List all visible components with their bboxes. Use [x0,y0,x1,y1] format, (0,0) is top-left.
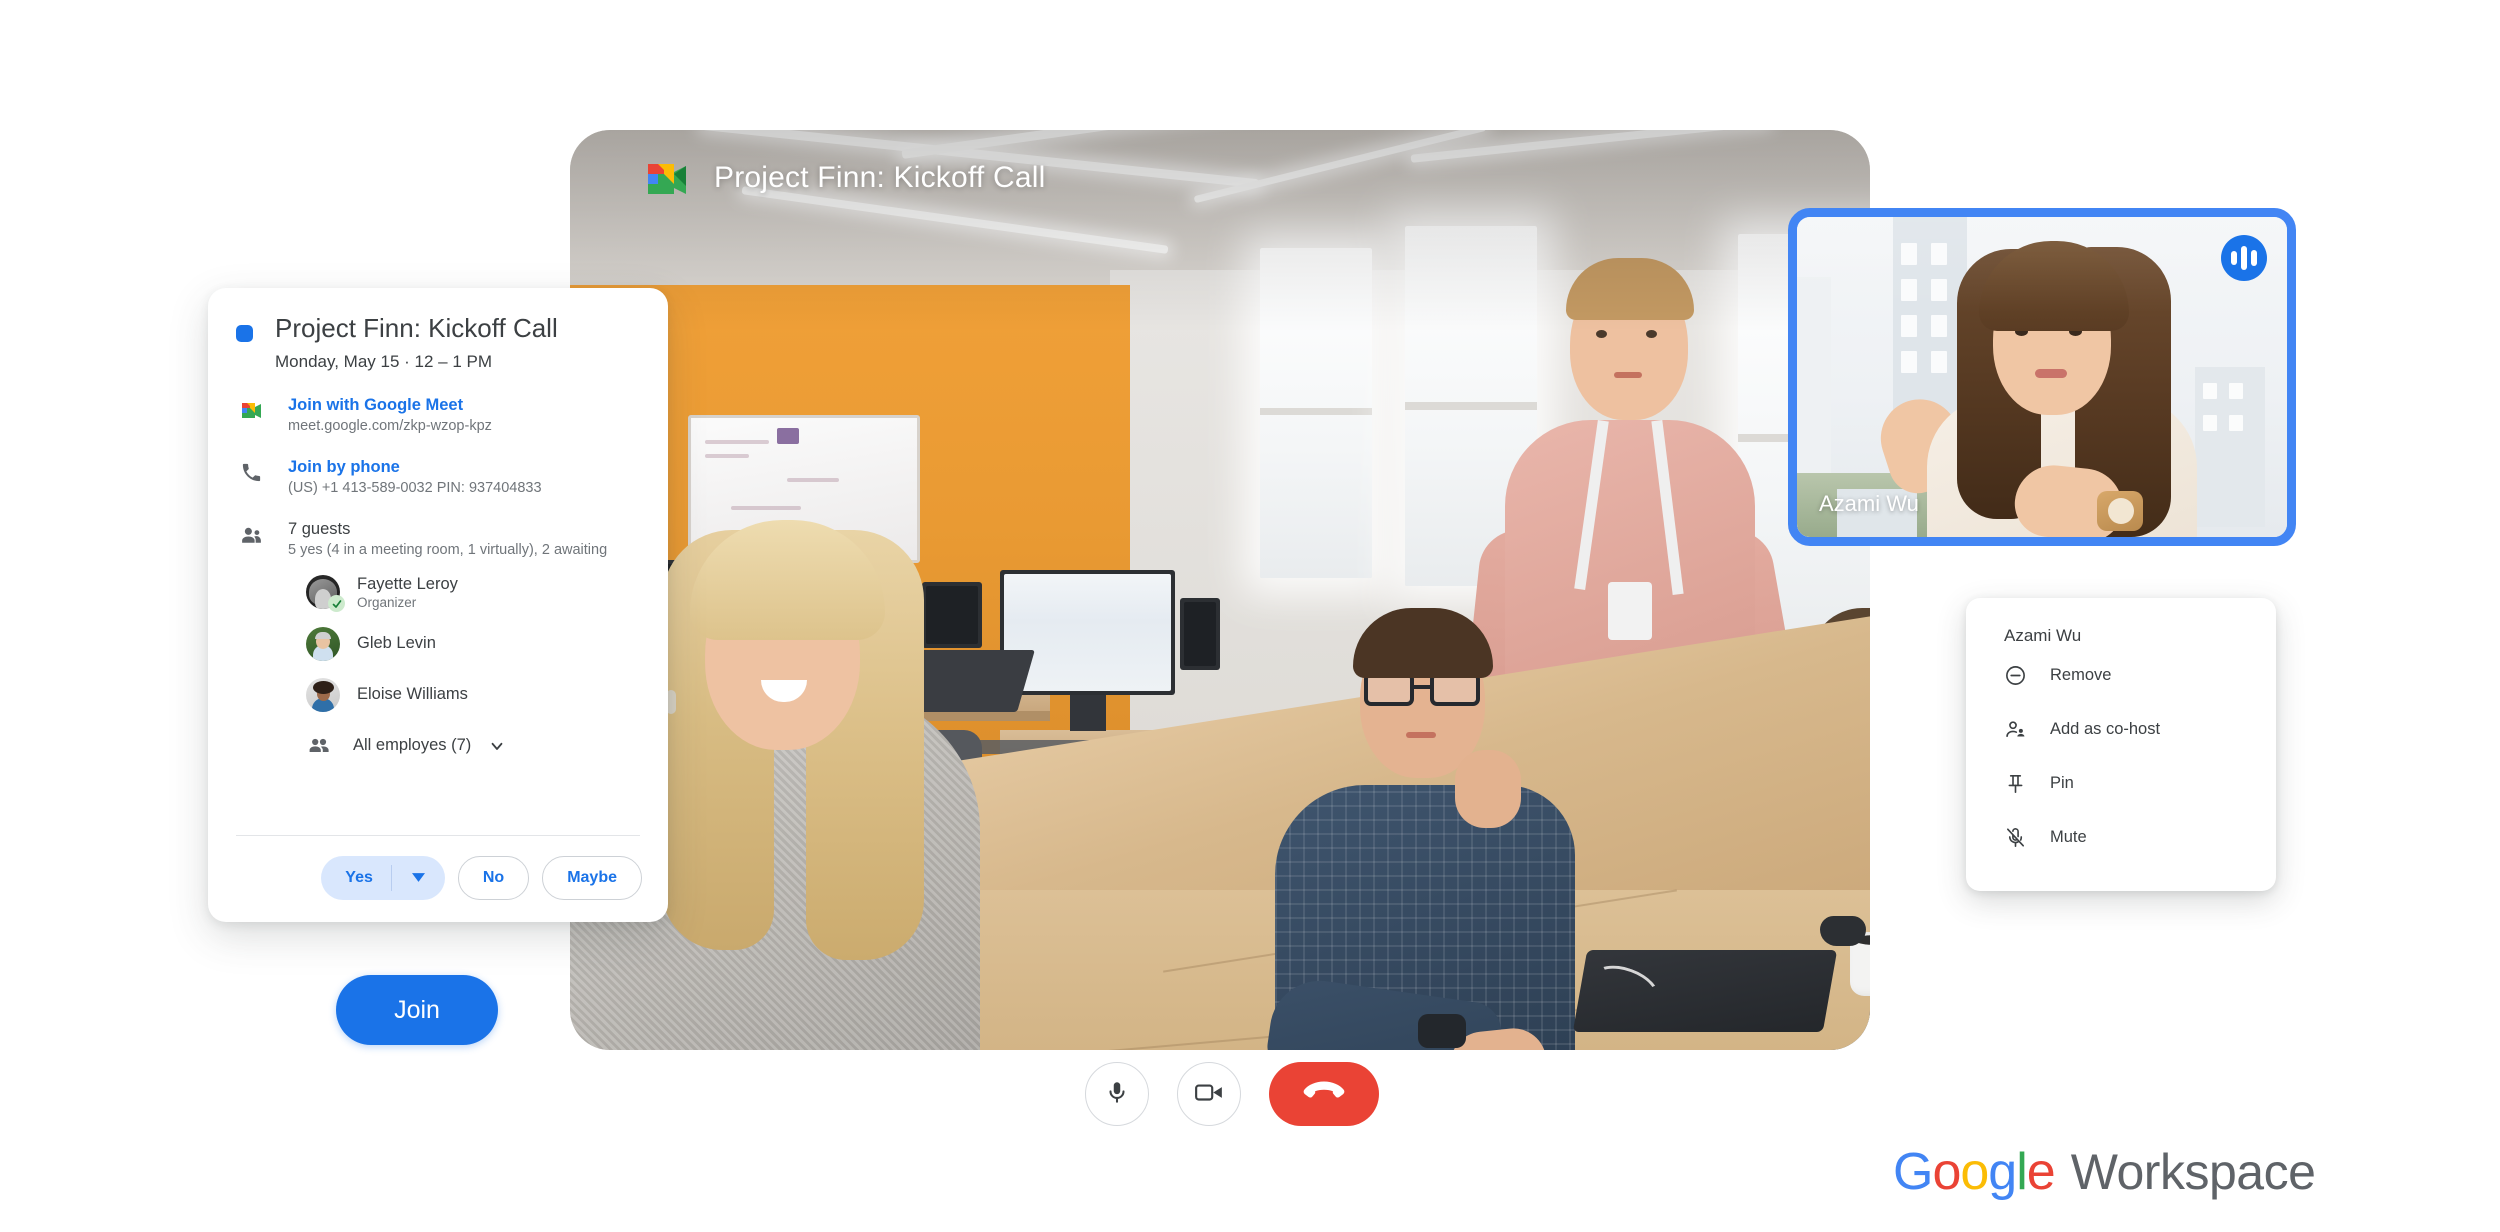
context-menu-title: Azami Wu [2004,626,2082,645]
google-meet-icon [236,396,266,421]
menu-item-pin[interactable]: Pin [1966,758,2276,808]
event-title: Project Finn: Kickoff Call [275,313,558,343]
person-add-icon [2002,716,2028,742]
all-employees-label: All employes (7) [353,736,472,755]
guest-item[interactable]: Gleb Levin [288,626,640,661]
end-call-button[interactable] [1269,1062,1379,1126]
camera-button[interactable] [1177,1062,1241,1126]
guest-summary: 5 yes (4 in a meeting room, 1 virtually)… [288,541,608,558]
screenshot-root: Project Finn: Kickoff Call Azami Wu Proj… [0,0,2500,1232]
rsvp-yes-button[interactable]: Yes [321,856,445,900]
pin-icon [2002,770,2028,796]
avatar [306,575,345,613]
meeting-title: Project Finn: Kickoff Call [714,161,1046,194]
join-button[interactable]: Join [336,975,498,1045]
meet-url: meet.google.com/zkp-wzop-kpz [288,417,492,434]
card-divider [236,835,640,836]
google-meet-logo [640,156,692,200]
logo-letter-g1: G [1893,1143,1933,1201]
guest-item[interactable]: Eloise Williams [288,677,640,712]
accepted-check-icon [328,595,345,613]
logo-letter-l: l [2016,1143,2028,1201]
phone-details: (US) +1 413-589-0032 PIN: 937404833 [288,479,542,496]
google-workspace-logo: G o o g l e Workspace [1893,1142,2316,1202]
mic-icon [1104,1079,1130,1110]
chevron-down-icon[interactable] [488,737,506,755]
avatar [306,677,340,712]
guest-role: Organizer [357,594,417,610]
mouse [1820,916,1866,946]
logo-letter-e: e [2026,1143,2056,1201]
join-meet-link[interactable]: Join with Google Meet [288,396,492,415]
rsvp-buttons: Yes No Maybe [321,856,642,900]
microphone-button[interactable] [1085,1062,1149,1126]
menu-item-remove[interactable]: Remove [1966,650,2276,700]
menu-item-add-cohost[interactable]: Add as co-host [1966,704,2276,754]
guest-name: Fayette Leroy [357,574,458,593]
meet-header: Project Finn: Kickoff Call [640,156,1045,200]
speaker-name-label: Azami Wu [1819,491,1919,516]
menu-item-mute[interactable]: Mute [1966,812,2276,862]
menu-item-label: Add as co-host [2050,719,2161,738]
meeting-controls [1085,1062,1379,1126]
event-color-dot [236,325,253,342]
join-meet-row[interactable]: Join with Google Meet meet.google.com/zk… [236,396,640,434]
rsvp-no-button[interactable]: No [457,856,530,900]
main-video-feed[interactable]: Project Finn: Kickoff Call [570,130,1870,1050]
menu-item-label: Mute [2050,827,2087,846]
join-phone-link[interactable]: Join by phone [288,458,542,477]
avatar [306,626,340,661]
caret-down-icon[interactable] [392,869,445,887]
guest-count: 7 guests [288,519,351,538]
remove-circle-icon [2002,662,2028,688]
rsvp-maybe-button[interactable]: Maybe [542,856,642,900]
speaker-video-tile[interactable]: Azami Wu [1788,208,2296,546]
group-icon [302,734,336,758]
menu-item-label: Remove [2050,665,2112,684]
end-call-icon [1303,1080,1345,1109]
participant-context-menu[interactable]: Azami Wu Remove Add as co-host Pin Mute [1966,598,2276,891]
guest-name: Eloise Williams [357,685,468,704]
speaking-indicator-icon [2221,235,2267,281]
all-employees-row[interactable]: All employes (7) [288,734,640,758]
event-datetime: Monday, May 15 · 12 – 1 PM [275,351,493,371]
people-icon [236,520,266,548]
guest-item[interactable]: Fayette Leroy Organizer [288,574,640,613]
logo-letter-g2: g [1988,1143,2017,1201]
event-title-row: Project Finn: Kickoff Call Monday, May 1… [236,313,640,372]
join-phone-row[interactable]: Join by phone (US) +1 413-589-0032 PIN: … [236,458,640,496]
calendar-event-card[interactable]: Project Finn: Kickoff Call Monday, May 1… [208,288,668,922]
menu-item-label: Pin [2050,773,2074,792]
guests-row: 7 guests 5 yes (4 in a meeting room, 1 v… [236,520,640,758]
speaker-scene [1797,217,2287,537]
video-camera-icon [1194,1081,1224,1108]
office-scene [570,130,1870,1050]
window [1260,248,1372,578]
mic-off-icon [2002,824,2028,850]
workspace-wordmark: Workspace [2070,1144,2316,1200]
rsvp-yes-label: Yes [345,869,373,886]
logo-letter-o2: o [1960,1143,1989,1201]
phone-icon [236,458,266,484]
logo-letter-o1: o [1932,1143,1961,1201]
guest-name: Gleb Levin [357,634,436,653]
